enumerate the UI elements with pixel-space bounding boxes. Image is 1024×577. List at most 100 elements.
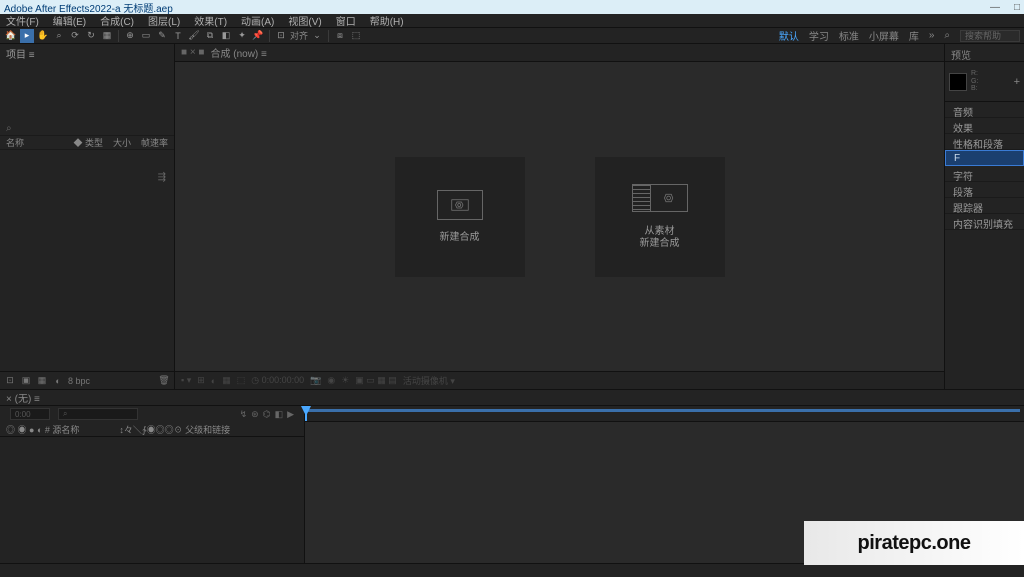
transparency[interactable]: ▦	[222, 375, 231, 386]
pen-tool[interactable]: ✎	[155, 29, 169, 43]
work-area-bar[interactable]	[307, 409, 1020, 412]
region-icon[interactable]: ▣ ▭ ▦ ▤	[355, 375, 397, 386]
timeline-tab[interactable]: × (无) ≡	[6, 390, 40, 405]
shape-tool[interactable]: ▭	[139, 29, 153, 43]
comp-icon	[451, 198, 469, 212]
selection-tool[interactable]: ▸	[20, 29, 34, 43]
col-fps[interactable]: 帧速率	[141, 136, 168, 149]
new-comp-icon[interactable]: ▦	[36, 375, 48, 387]
from-footage-l2: 新建合成	[640, 238, 680, 249]
snap-icon[interactable]: ⊡	[274, 29, 288, 43]
project-tab[interactable]: 项目 ≡	[0, 44, 174, 62]
layer-mini-icon[interactable]: ■ × ■	[181, 47, 204, 58]
panel-character[interactable]: 字符	[945, 166, 1024, 182]
panel-effects[interactable]: 效果	[945, 118, 1024, 134]
roto-tool[interactable]: ✦	[235, 29, 249, 43]
add-swatch-icon[interactable]: +	[1014, 76, 1020, 88]
bit-depth[interactable]: 8 bpc	[68, 376, 90, 386]
view-label[interactable]: 活动摄像机 ▾	[403, 374, 455, 387]
chevron-icon[interactable]: ⌄	[310, 29, 324, 43]
brush-tool[interactable]: 🖌	[187, 29, 201, 43]
panel-f[interactable]: F	[945, 150, 1024, 166]
viewer-footer: ▪ ▾ ⊞ ◐ ▦ ⬚ ◷ 0:00:00:00 📷 ◉ ☀ ▣ ▭ ▦ ▤ 活…	[175, 371, 944, 389]
workspace-small[interactable]: 小屏幕	[869, 28, 899, 43]
anchor-tool[interactable]: ⊕	[123, 29, 137, 43]
workspace-default[interactable]: 默认	[779, 28, 799, 43]
menu-help[interactable]: 帮助(H)	[370, 13, 404, 28]
color-swatch-row: R: G: B: +	[945, 62, 1024, 102]
timecode-field[interactable]: 0:00	[10, 408, 50, 420]
menu-view[interactable]: 视图(V)	[288, 13, 321, 28]
panel-tracker[interactable]: 跟踪器	[945, 198, 1024, 214]
minimize-icon[interactable]: —	[990, 2, 1000, 13]
preview-header[interactable]: 预览	[945, 44, 1024, 62]
home-tool[interactable]: 🏠	[4, 29, 18, 43]
grid-icon[interactable]: ⧈	[333, 29, 347, 43]
zoom-tool[interactable]: ⌕	[52, 29, 66, 43]
from-footage-l1: 从素材	[645, 226, 675, 237]
menu-animation[interactable]: 动画(A)	[241, 13, 274, 28]
col-size[interactable]: 大小	[113, 136, 131, 149]
workspace-learn[interactable]: 学习	[809, 28, 829, 43]
render-icon[interactable]: ▶	[287, 409, 294, 420]
panel-audio[interactable]: 音频	[945, 102, 1024, 118]
time-ruler[interactable]	[305, 406, 1024, 422]
menu-window[interactable]: 窗口	[336, 13, 356, 28]
watermark: piratepc.one	[804, 521, 1024, 565]
interpret-icon[interactable]: ⊡	[4, 375, 16, 387]
mask-icon[interactable]: ⬚	[349, 29, 363, 43]
more-icon[interactable]: »	[929, 30, 935, 41]
project-panel: 项目 ≡ ⌕ 名称 ◆ 类型 大小 帧速率 ⇶ ⊡ ▣ ▦ ◐ 8 bpc 🗑	[0, 44, 175, 389]
menu-file[interactable]: 文件(F)	[6, 13, 39, 28]
new-folder-icon[interactable]: ▣	[20, 375, 32, 387]
panel-para[interactable]: 性格和段落	[945, 134, 1024, 150]
timecode-icon[interactable]: ◷ 0:00:00:00	[251, 375, 304, 386]
fill-swatch[interactable]	[949, 73, 967, 91]
hand-tool[interactable]: ✋	[36, 29, 50, 43]
layer-search-input[interactable]: ⌕	[58, 408, 138, 420]
panel-list: 音频 效果 性格和段落 F 字符 段落 跟踪器 内容识别填充	[945, 102, 1024, 389]
puppet-tool[interactable]: 📌	[251, 29, 265, 43]
eraser-tool[interactable]: ◧	[219, 29, 233, 43]
workspace-std[interactable]: 标准	[839, 28, 859, 43]
shy-icon[interactable]: ↯	[240, 409, 248, 420]
new-composition-card[interactable]: 新建合成	[395, 157, 525, 277]
graph-icon[interactable]: ⌬	[263, 409, 271, 420]
menu-edit[interactable]: 编辑(E)	[53, 13, 86, 28]
mask-toggle[interactable]: ⬚	[237, 375, 246, 386]
draft3d-icon[interactable]: ◧	[275, 409, 284, 420]
mag-ratio[interactable]: ▪ ▾	[181, 375, 191, 386]
tl-av-cols: ◎ ◉ ● ◐ # 源名称	[6, 423, 79, 436]
new-adjust-icon[interactable]: ◐	[52, 375, 64, 387]
menu-layer[interactable]: 图层(L)	[148, 13, 180, 28]
snapshot-icon[interactable]: 📷	[310, 375, 321, 386]
rotate-tool[interactable]: ↻	[84, 29, 98, 43]
col-name[interactable]: 名称	[6, 136, 24, 149]
trash-icon[interactable]: 🗑	[158, 375, 170, 387]
res-full[interactable]: ⊞	[197, 375, 205, 386]
flow-icon[interactable]: ⇶	[158, 172, 166, 183]
menu-effect[interactable]: 效果(T)	[194, 13, 227, 28]
camera-tool[interactable]: ▦	[100, 29, 114, 43]
project-footer: ⊡ ▣ ▦ ◐ 8 bpc 🗑	[0, 371, 174, 389]
orbit-tool[interactable]: ⟳	[68, 29, 82, 43]
search-icon[interactable]: ⌕	[944, 30, 950, 41]
panel-content-aware[interactable]: 内容识别填充	[945, 214, 1024, 230]
new-from-footage-card[interactable]: 从素材 新建合成	[595, 157, 725, 277]
exposure-icon[interactable]: ☀	[341, 375, 349, 386]
playhead[interactable]	[305, 406, 307, 421]
search-help-input[interactable]: 搜索帮助	[960, 30, 1020, 42]
panel-paragraph[interactable]: 段落	[945, 182, 1024, 198]
composition-tab[interactable]: 合成 (now) ≡	[210, 45, 266, 60]
maximize-icon[interactable]: □	[1014, 2, 1020, 13]
col-type[interactable]: ◆ 类型	[73, 136, 103, 149]
menu-composition[interactable]: 合成(C)	[100, 13, 134, 28]
channel-icon[interactable]: ◉	[327, 375, 335, 386]
mb-icon[interactable]: ⊛	[251, 409, 259, 420]
workspace-lib[interactable]: 库	[909, 28, 919, 43]
fast-preview[interactable]: ◐	[211, 376, 216, 386]
tl-switch-cols: ↕々＼∱◉◎◎☉ 父级和链接	[119, 423, 230, 436]
clone-tool[interactable]: ⧉	[203, 29, 217, 43]
project-search-icon[interactable]: ⌕	[6, 123, 12, 134]
text-tool[interactable]: T	[171, 29, 185, 43]
